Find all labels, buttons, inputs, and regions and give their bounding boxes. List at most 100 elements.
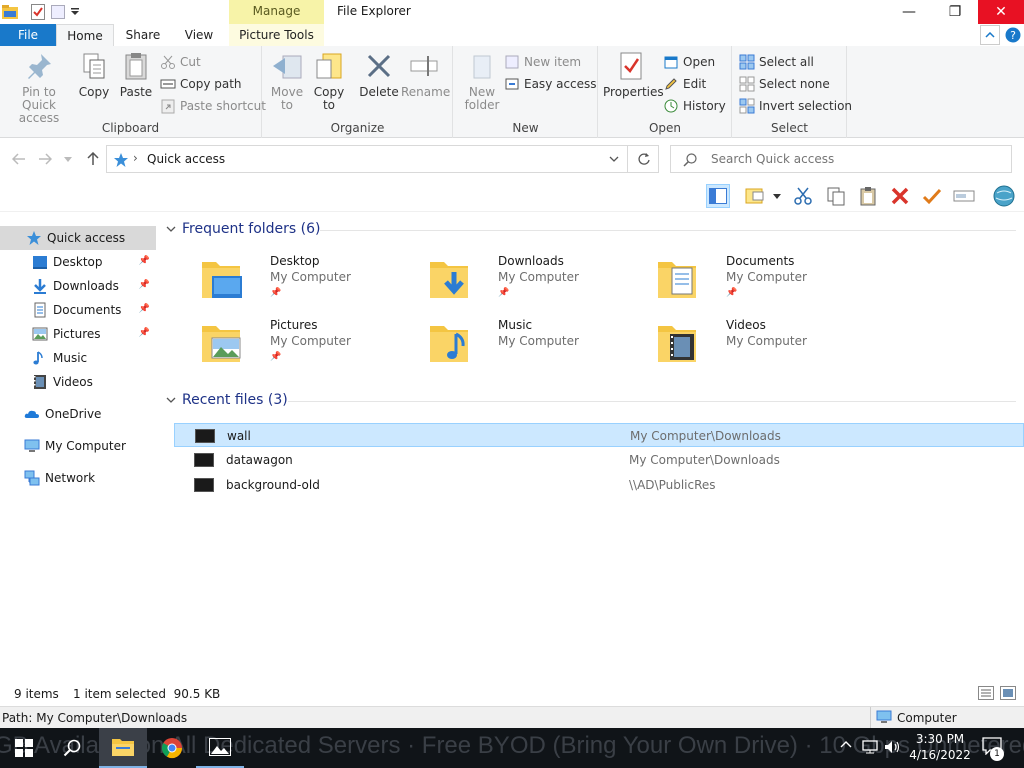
taskbar-chrome[interactable] <box>148 728 196 768</box>
help-icon[interactable]: ? <box>1003 25 1023 45</box>
delete-button[interactable]: Delete <box>359 50 399 99</box>
new-item-button[interactable]: New item <box>504 52 581 72</box>
folder-tile-documents[interactable]: Documents My Computer 📌 <box>656 254 876 310</box>
pin-icon[interactable]: 📌 <box>139 256 150 266</box>
new-folder-qat-icon[interactable] <box>48 2 68 22</box>
delete-x-icon <box>891 187 909 205</box>
explorer-app-icon[interactable] <box>0 2 20 22</box>
address-bar[interactable]: › Quick access <box>106 145 659 173</box>
folder-name: Documents <box>726 254 795 268</box>
folder-tile-pictures[interactable]: Pictures My Computer 📌 <box>200 318 420 374</box>
manage-contextual-tab[interactable]: Manage <box>229 0 324 24</box>
rename-field-icon <box>953 190 975 202</box>
toolbar-properties-button[interactable] <box>920 184 944 208</box>
tab-home[interactable]: Home <box>56 24 114 47</box>
select-all-button[interactable]: Select all <box>739 52 814 72</box>
nav-item-my-computer[interactable]: My Computer <box>0 434 156 458</box>
clock[interactable]: 3:30 PM 4/16/2022 <box>905 731 975 763</box>
large-icons-view-button[interactable] <box>1000 686 1016 700</box>
pin-to-quick-access-button[interactable]: Pin to Quick access <box>6 50 72 125</box>
qat-dropdown-icon[interactable] <box>68 2 82 22</box>
file-row[interactable]: background-old \\AD\PublicRes <box>174 473 1024 497</box>
history-button[interactable]: History <box>663 96 726 116</box>
select-none-label: Select none <box>759 77 830 91</box>
preview-toggle[interactable] <box>744 184 768 208</box>
start-button[interactable] <box>0 728 48 768</box>
folder-location: My Computer <box>498 270 579 284</box>
nav-label: Music <box>53 351 88 365</box>
cut-button[interactable]: Cut <box>160 52 201 72</box>
toolbar-rename-button[interactable] <box>952 184 976 208</box>
search-input[interactable] <box>711 150 1001 168</box>
new-folder-button[interactable]: New folder <box>460 50 504 112</box>
easy-access-button[interactable]: Easy access <box>504 74 597 94</box>
folder-tile-downloads[interactable]: Downloads My Computer 📌 <box>428 254 648 310</box>
nav-item-music[interactable]: Music <box>0 346 156 370</box>
copy-path-button[interactable]: Copy path <box>160 74 242 94</box>
nav-item-network[interactable]: Network <box>0 466 156 490</box>
properties-button[interactable]: Properties <box>603 50 664 99</box>
file-row[interactable]: wall My Computer\Downloads <box>174 423 1024 447</box>
taskbar-search-button[interactable] <box>48 728 96 768</box>
new-folder-label: New folder <box>464 85 500 112</box>
nav-item-documents[interactable]: Documents 📌 <box>0 298 156 322</box>
forward-button[interactable] <box>36 150 54 168</box>
new-group-label: New <box>512 121 539 135</box>
pin-icon[interactable]: 📌 <box>139 280 150 290</box>
pin-icon[interactable]: 📌 <box>139 304 150 314</box>
toolbar-copy-button[interactable] <box>824 184 848 208</box>
show-hidden-icons[interactable] <box>840 740 852 748</box>
toolbar-delete-button[interactable] <box>888 184 912 208</box>
collapse-ribbon-button[interactable] <box>980 25 1000 45</box>
view-dropdown[interactable] <box>770 184 784 208</box>
folder-tile-videos[interactable]: Videos My Computer <box>656 318 876 374</box>
up-button[interactable] <box>84 150 102 168</box>
select-none-button[interactable]: Select none <box>739 74 830 94</box>
nav-item-quick-access[interactable]: Quick access <box>0 226 156 250</box>
rename-button[interactable]: Rename <box>401 50 450 99</box>
toolbar-network-button[interactable] <box>992 184 1016 208</box>
minimize-button[interactable]: — <box>886 0 932 24</box>
edit-button[interactable]: Edit <box>663 74 706 94</box>
copy-to-button[interactable]: Copy to <box>309 50 349 112</box>
paste-shortcut-button[interactable]: Paste shortcut <box>160 96 266 116</box>
back-button[interactable] <box>10 150 28 168</box>
address-path[interactable]: Quick access <box>147 152 225 166</box>
tab-file[interactable]: File <box>0 24 56 46</box>
navigation-pane-toggle[interactable] <box>706 184 730 208</box>
nav-item-desktop[interactable]: Desktop 📌 <box>0 250 156 274</box>
file-row[interactable]: datawagon My Computer\Downloads <box>174 448 1024 472</box>
tab-share[interactable]: Share <box>116 24 170 46</box>
notification-center-button[interactable]: 1 <box>982 737 1006 761</box>
toolbar-cut-button[interactable] <box>791 184 815 208</box>
toolbar-paste-button[interactable] <box>856 184 880 208</box>
nav-item-onedrive[interactable]: OneDrive <box>0 402 156 426</box>
tab-picture-tools[interactable]: Picture Tools <box>229 24 324 46</box>
nav-item-pictures[interactable]: Pictures 📌 <box>0 322 156 346</box>
nav-label: Network <box>45 471 96 485</box>
details-view-button[interactable] <box>978 686 994 700</box>
tab-view[interactable]: View <box>172 24 226 46</box>
maximize-button[interactable]: ❐ <box>932 0 978 24</box>
folder-tile-desktop[interactable]: Desktop My Computer 📌 <box>200 254 420 310</box>
paste-button[interactable]: Paste <box>116 50 156 99</box>
copy-button[interactable]: Copy <box>74 50 114 99</box>
recent-files-header[interactable]: Recent files (3) <box>166 392 288 408</box>
search-box[interactable] <box>670 145 1012 173</box>
nav-item-downloads[interactable]: Downloads 📌 <box>0 274 156 298</box>
search-icon <box>683 153 697 167</box>
network-tray-icon[interactable] <box>862 739 880 755</box>
frequent-folders-header[interactable]: Frequent folders (6) <box>166 221 321 237</box>
volume-tray-icon[interactable] <box>884 739 902 755</box>
invert-selection-button[interactable]: Invert selection <box>739 96 852 116</box>
nav-item-videos[interactable]: Videos <box>0 370 156 394</box>
taskbar-file-explorer[interactable] <box>99 728 147 768</box>
folder-tile-music[interactable]: Music My Computer <box>428 318 648 374</box>
taskbar-photos[interactable] <box>196 728 244 768</box>
move-to-button[interactable]: Move to <box>269 50 305 112</box>
properties-qat-icon[interactable] <box>28 2 48 22</box>
recent-locations-button[interactable] <box>62 150 74 168</box>
open-button[interactable]: Open <box>663 52 715 72</box>
close-button[interactable]: ✕ <box>978 0 1024 24</box>
pin-icon[interactable]: 📌 <box>139 328 150 338</box>
